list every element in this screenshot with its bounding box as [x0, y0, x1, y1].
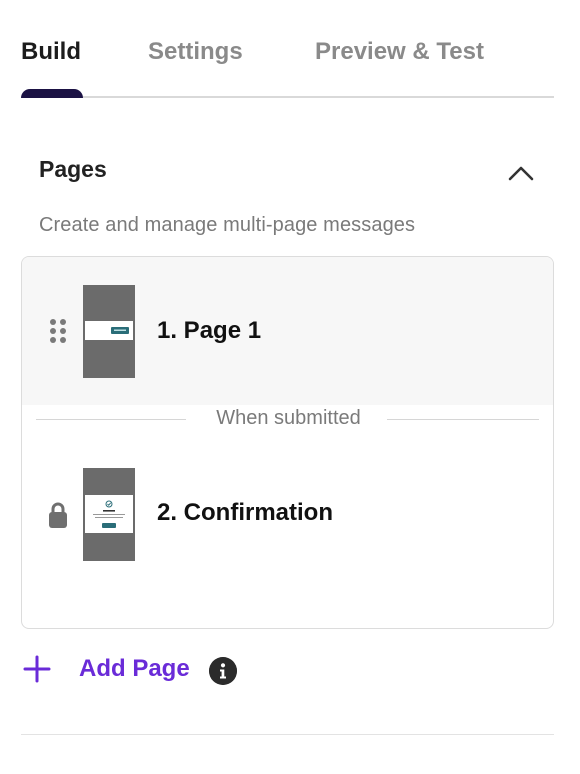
tab-build[interactable]: Build [21, 36, 81, 68]
section-subtitle: Create and manage multi-page messages [39, 214, 416, 236]
add-page-label: Add Page [79, 655, 190, 682]
info-icon[interactable] [209, 657, 237, 685]
section-title: Pages [39, 156, 107, 182]
bottom-divider [21, 734, 554, 735]
page-1-thumbnail[interactable] [83, 285, 135, 378]
divider-line-right [387, 419, 539, 420]
tab-settings[interactable]: Settings [148, 36, 243, 68]
lock-icon [49, 502, 67, 528]
tab-preview-test[interactable]: Preview & Test [315, 36, 484, 68]
page-name[interactable]: 2. Confirmation [157, 499, 333, 527]
drag-handle-icon[interactable] [49, 318, 67, 344]
page-name[interactable]: 1. Page 1 [157, 317, 261, 345]
collapse-button[interactable] [505, 158, 537, 186]
pages-card: 1. Page 1 When submitted 2. Confirmation [21, 256, 554, 629]
plus-icon [23, 655, 51, 683]
tab-bar: Build Settings Preview & Test [21, 0, 554, 98]
active-tab-indicator [21, 89, 83, 98]
confirmation-thumbnail[interactable] [83, 468, 135, 561]
chevron-up-icon [508, 166, 534, 181]
